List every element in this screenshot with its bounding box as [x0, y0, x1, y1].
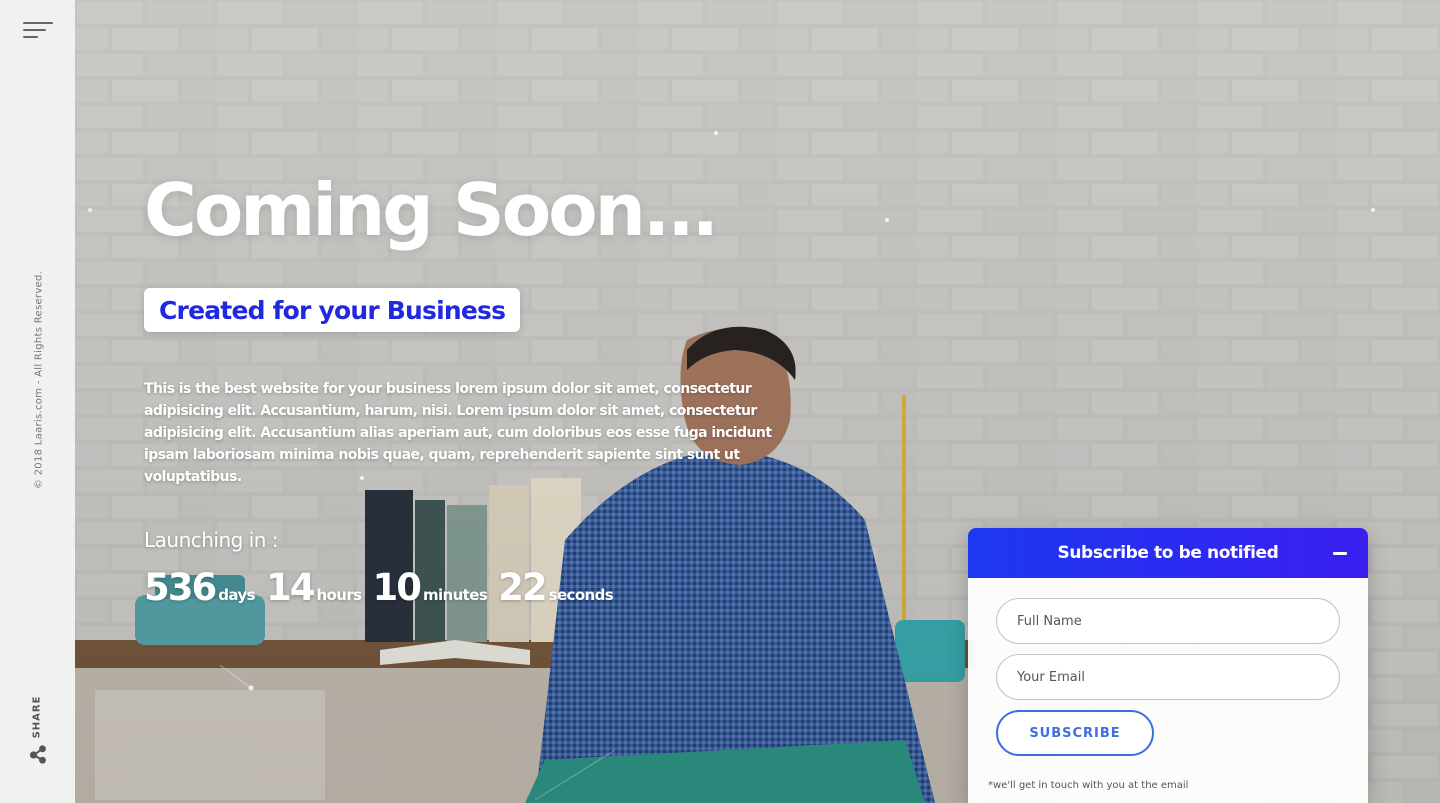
subscribe-title: Subscribe to be notified — [1057, 543, 1279, 563]
page-title: Coming Soon... — [144, 168, 719, 252]
countdown-hours-label: hours — [316, 586, 362, 604]
tagline-badge: Created for your Business — [144, 288, 521, 332]
subscribe-header[interactable]: Subscribe to be notified — [968, 528, 1368, 578]
share-label[interactable]: SHARE — [32, 696, 43, 739]
subscribe-panel: Subscribe to be notified SUBSCRIBE *we'l… — [968, 528, 1368, 803]
email-input[interactable] — [996, 654, 1340, 700]
countdown-hours-value: 14 — [265, 566, 315, 609]
sidebar: © 2018 Laaris.com - All Rights Reserved.… — [0, 0, 75, 803]
countdown-seconds-label: seconds — [548, 586, 614, 604]
countdown-days-value: 536 — [144, 566, 217, 609]
countdown-days-label: days — [218, 586, 255, 604]
subscribe-note: *we'll get in touch with you at the emai… — [988, 780, 1189, 791]
launching-label: Launching in : — [144, 528, 279, 552]
hamburger-menu-icon[interactable] — [23, 21, 53, 41]
tagline-text: Created for your Business — [159, 295, 506, 325]
minus-icon[interactable] — [1333, 546, 1348, 560]
subscribe-button[interactable]: SUBSCRIBE — [996, 710, 1154, 756]
countdown-timer: 536 days 14 hours 10 minutes 22 seconds — [144, 566, 624, 609]
countdown-seconds-value: 22 — [498, 566, 547, 609]
countdown-minutes-value: 10 — [372, 566, 421, 609]
description-text: This is the best website for your busine… — [144, 381, 772, 485]
countdown-minutes-label: minutes — [422, 586, 488, 604]
full-name-input[interactable] — [996, 598, 1340, 644]
share-icon[interactable] — [29, 745, 47, 764]
copyright-text: © 2018 Laaris.com - All Rights Reserved. — [33, 270, 45, 490]
